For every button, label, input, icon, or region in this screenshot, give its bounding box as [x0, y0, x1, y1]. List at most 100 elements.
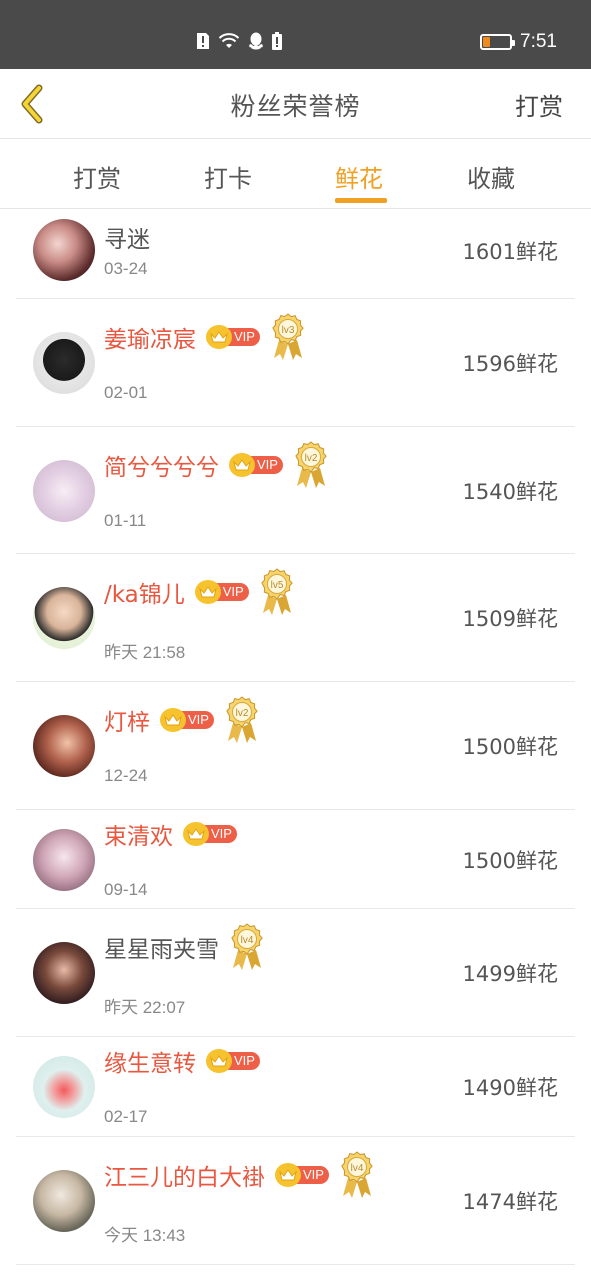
name-line: 星星雨夹雪 lv4 [104, 923, 265, 970]
reward-button[interactable]: 打赏 [515, 87, 563, 122]
qq-icon [248, 32, 264, 54]
user-name[interactable]: 束清欢 [104, 817, 173, 851]
list-item[interactable]: 简兮兮兮兮 VIP lv2 01-11 1540鲜花 [16, 427, 575, 554]
flower-count: 1500鲜花 [462, 849, 558, 873]
name-line: 束清欢 VIP [104, 816, 237, 852]
avatar[interactable] [33, 829, 95, 891]
vip-badge: VIP [160, 708, 214, 732]
level-medal-icon: lv4 [229, 922, 265, 972]
battery-alert-icon [272, 32, 282, 54]
status-bar: 7:51 [0, 0, 591, 69]
fan-ranking-list: 寻迷 03-24 1601鲜花姜瑜凉宸 VIP lv3 02-01 1596鲜花简兮兮兮兮 V… [16, 210, 575, 1265]
avatar[interactable] [33, 1056, 95, 1118]
flower-count: 1540鲜花 [462, 480, 558, 504]
app-header: 粉丝荣誉榜 打赏 [0, 69, 591, 139]
list-item[interactable]: 姜瑜凉宸 VIP lv3 02-01 1596鲜花 [16, 299, 575, 427]
vip-badge: VIP [206, 325, 260, 349]
user-name[interactable]: 江三儿的白大褂 [104, 1158, 265, 1192]
list-item[interactable]: 束清欢 VIP 09-14 1500鲜花 [16, 810, 575, 909]
list-item[interactable]: 江三儿的白大褂 VIP lv4 今天 13:43 1474鲜花 [16, 1137, 575, 1265]
clock: 7:51 [520, 31, 557, 52]
medal-level-text: lv4 [241, 935, 254, 946]
level-medal-icon: lv2 [224, 695, 260, 745]
list-item[interactable]: 灯梓 VIP lv2 12-24 1500鲜花 [16, 682, 575, 810]
status-right: 7:51 [480, 31, 557, 53]
user-name[interactable]: 姜瑜凉宸 [104, 320, 196, 354]
name-line: 姜瑜凉宸 VIP lv3 [104, 313, 306, 360]
flower-count: 1499鲜花 [462, 962, 558, 986]
crown-icon [229, 453, 255, 477]
timestamp: 昨天 21:58 [104, 643, 186, 662]
timestamp: 12-24 [104, 766, 148, 785]
list-item[interactable]: 星星雨夹雪 lv4 昨天 22:07 1499鲜花 [16, 909, 575, 1037]
crown-icon [160, 708, 186, 732]
user-name[interactable]: /ka锦儿 [104, 575, 185, 609]
timestamp: 09-14 [104, 880, 148, 899]
tab-checkin[interactable]: 打卡 [204, 159, 252, 194]
vip-badge: VIP [183, 822, 237, 846]
list-item[interactable]: /ka锦儿 VIP lv5 昨天 21:58 1509鲜花 [16, 554, 575, 682]
crown-icon [206, 325, 232, 349]
battery-level [483, 37, 491, 47]
crown-icon [275, 1163, 301, 1187]
tab-favorites[interactable]: 收藏 [467, 159, 515, 194]
avatar[interactable] [33, 332, 95, 394]
avatar[interactable] [33, 942, 95, 1004]
medal-level-text: lv5 [270, 580, 283, 591]
medal-level-text: lv2 [305, 453, 318, 464]
avatar[interactable] [33, 587, 95, 649]
name-line: /ka锦儿 VIP lv5 [104, 568, 295, 615]
name-line: 灯梓 VIP lv2 [104, 696, 260, 743]
vip-badge: VIP [206, 1049, 260, 1073]
tab-bar: 打赏 打卡 鲜花 收藏 [0, 139, 591, 209]
wifi-icon [218, 33, 240, 53]
medal-level-text: lv2 [236, 708, 249, 719]
timestamp: 昨天 22:07 [104, 998, 186, 1017]
flower-count: 1509鲜花 [462, 607, 558, 631]
page-title: 粉丝荣誉榜 [230, 92, 361, 121]
crown-icon [183, 822, 209, 846]
flower-count: 1490鲜花 [462, 1076, 558, 1100]
tab-reward[interactable]: 打赏 [73, 159, 121, 194]
level-medal-icon: lv3 [270, 312, 306, 362]
name-line: 简兮兮兮兮 VIP lv2 [104, 441, 329, 488]
avatar[interactable] [33, 460, 95, 522]
flower-count: 1596鲜花 [462, 352, 558, 376]
medal-level-text: lv3 [282, 325, 295, 336]
tab-flowers[interactable]: 鲜花 [335, 159, 383, 194]
crown-icon [206, 1049, 232, 1073]
timestamp: 今天 13:43 [104, 1226, 186, 1245]
list-item[interactable]: 缘生意转 VIP 02-17 1490鲜花 [16, 1037, 575, 1137]
level-medal-icon: lv4 [339, 1150, 375, 1200]
sim-alert-icon [196, 32, 210, 54]
vip-badge: VIP [275, 1163, 329, 1187]
name-line: 寻迷 [104, 219, 150, 255]
level-medal-icon: lv2 [293, 440, 329, 490]
list-item[interactable]: 寻迷 03-24 1601鲜花 [16, 210, 575, 299]
flower-count: 1500鲜花 [462, 735, 558, 759]
crown-icon [194, 580, 221, 604]
user-name[interactable]: 简兮兮兮兮 [104, 448, 219, 482]
avatar[interactable] [33, 715, 95, 777]
status-icons [196, 32, 282, 54]
flower-count: 1474鲜花 [462, 1190, 558, 1214]
vip-badge: VIP [229, 453, 283, 477]
user-name[interactable]: 星星雨夹雪 [104, 930, 219, 964]
battery-icon [480, 34, 516, 50]
vip-badge: VIP [194, 580, 249, 604]
active-tab-indicator [335, 198, 387, 203]
name-line: 缘生意转 VIP [104, 1043, 260, 1079]
avatar[interactable] [33, 1170, 95, 1232]
timestamp: 01-11 [104, 511, 147, 530]
user-name[interactable]: 灯梓 [104, 703, 150, 737]
level-medal-icon: lv5 [259, 567, 295, 617]
user-name[interactable]: 缘生意转 [104, 1044, 196, 1078]
name-line: 江三儿的白大褂 VIP lv4 [104, 1151, 375, 1198]
timestamp: 03-24 [104, 259, 148, 278]
medal-level-text: lv4 [351, 1163, 364, 1174]
timestamp: 02-17 [104, 1107, 148, 1126]
user-name[interactable]: 寻迷 [104, 220, 150, 254]
flower-count: 1601鲜花 [462, 240, 558, 264]
avatar[interactable] [33, 219, 95, 281]
timestamp: 02-01 [104, 383, 148, 402]
